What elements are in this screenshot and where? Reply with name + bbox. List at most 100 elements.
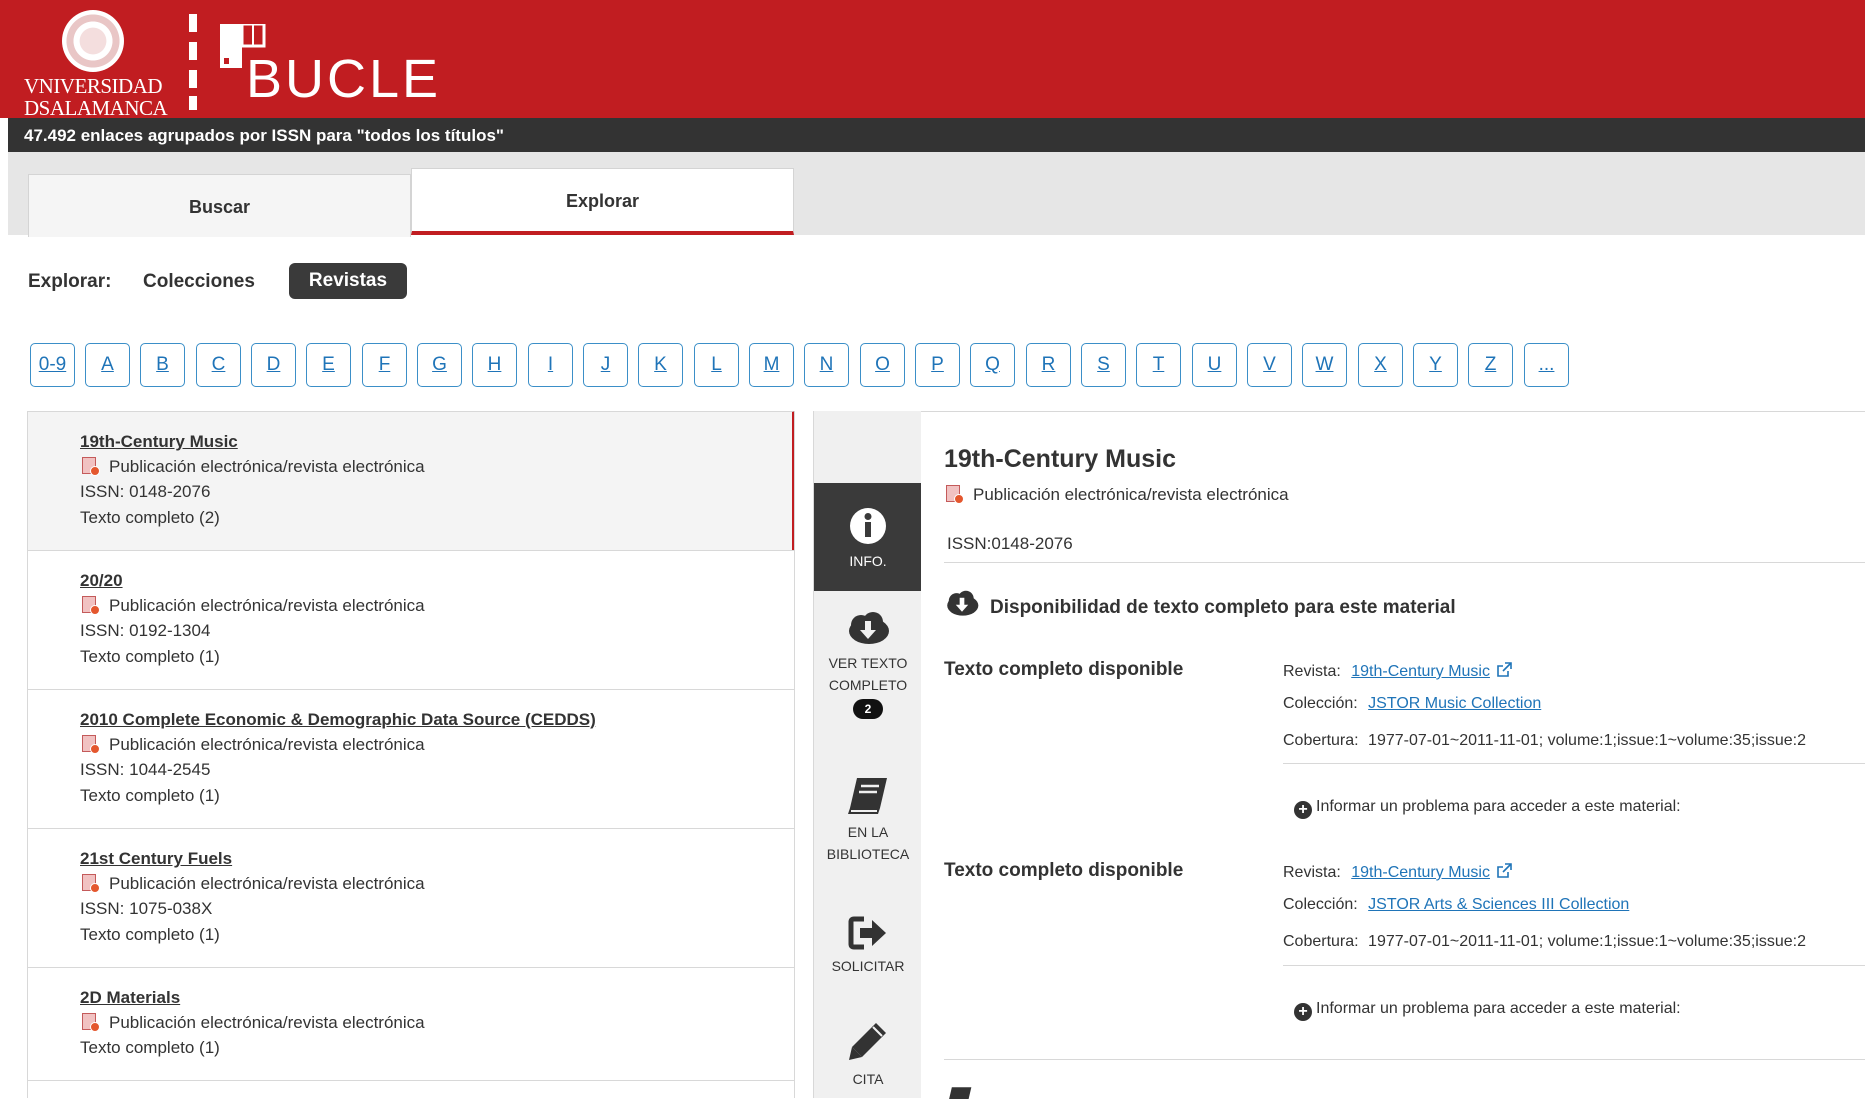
university-seal-icon — [62, 10, 124, 72]
letter-button[interactable]: Y — [1413, 343, 1458, 387]
letter-button[interactable]: P — [915, 343, 960, 387]
letter-button[interactable]: T — [1136, 343, 1181, 387]
ejournal-icon — [80, 873, 100, 893]
report-problem-text: Informar un problema para acceder a este… — [1316, 798, 1681, 815]
letter-button[interactable]: H — [472, 343, 517, 387]
item-issn: ISSN: 0192-1304 — [80, 621, 211, 640]
book-icon — [949, 1087, 972, 1099]
explore-collections-link[interactable]: Colecciones — [143, 271, 255, 293]
cloud-download-icon — [849, 612, 889, 644]
item-type-label: Publicación electrónica/revista electrón… — [109, 1013, 425, 1032]
explore-label: Explorar: — [28, 271, 112, 292]
item-type-label: Publicación electrónica/revista electrón… — [109, 874, 425, 893]
item-issn: ISSN: 1044-2545 — [80, 760, 211, 779]
nav-full-text[interactable]: VER TEXTO COMPLETO 2 — [814, 611, 922, 751]
item-type-label: Publicación electrónica/revista electrón… — [109, 735, 425, 754]
letter-button[interactable]: D — [251, 343, 296, 387]
report-problem-link[interactable]: + Informar un problema para acceder a est… — [1294, 1000, 1681, 1021]
pencil-icon — [849, 1023, 886, 1060]
brand-name[interactable]: BUCLE — [246, 48, 441, 110]
tab-bar: Buscar Explorar — [8, 152, 1865, 237]
ejournal-icon — [80, 1012, 100, 1032]
list-item[interactable]: 2D Materials Publicación electrónica/rev… — [28, 967, 794, 1080]
report-problem-text: Informar un problema para acceder a este… — [1316, 1000, 1681, 1017]
letter-button[interactable]: G — [417, 343, 462, 387]
revista-link[interactable]: 19th-Century Music — [1351, 663, 1490, 680]
letter-button[interactable]: O — [860, 343, 905, 387]
coleccion-link[interactable]: JSTOR Music Collection — [1368, 695, 1541, 712]
letter-button[interactable]: A — [85, 343, 130, 387]
coleccion-key: Colección: — [1283, 896, 1358, 913]
tab-buscar[interactable]: Buscar — [28, 174, 411, 237]
coleccion-row: Colección: JSTOR Arts & Sciences III Col… — [1283, 896, 1629, 914]
tab-explorar[interactable]: Explorar — [411, 168, 794, 235]
university-logo[interactable]: VNIVERSIDAD DSALAMANCA — [24, 10, 168, 120]
letter-button[interactable]: K — [638, 343, 683, 387]
detail-type: Publicación electrónica/revista electrón… — [944, 484, 1289, 505]
item-type: Publicación electrónica/revista electrón… — [80, 873, 425, 894]
explore-journals-button[interactable]: Revistas — [289, 263, 407, 299]
revista-link[interactable]: 19th-Century Music — [1351, 864, 1490, 881]
letter-button[interactable]: S — [1081, 343, 1126, 387]
item-title-link[interactable]: 2010 Complete Economic & Demographic Dat… — [80, 710, 596, 730]
letter-button[interactable]: 0-9 — [30, 343, 75, 387]
external-link-icon[interactable] — [1496, 662, 1512, 678]
letter-button[interactable]: R — [1026, 343, 1071, 387]
letter-button[interactable]: Z — [1468, 343, 1513, 387]
item-type: Publicación electrónica/revista electrón… — [80, 456, 425, 477]
fulltext-block-label: Texto completo disponible — [944, 860, 1184, 881]
item-type-label: Publicación electrónica/revista electrón… — [109, 457, 425, 476]
letter-button[interactable]: V — [1247, 343, 1292, 387]
letter-button[interactable]: L — [694, 343, 739, 387]
letter-button[interactable]: E — [306, 343, 351, 387]
letter-button[interactable]: B — [140, 343, 185, 387]
letter-button[interactable]: M — [749, 343, 794, 387]
nav-library[interactable]: EN LA BIBLIOTECA — [814, 776, 922, 888]
letter-button[interactable]: U — [1192, 343, 1237, 387]
cobertura-row: Cobertura: 1977-07-01~2011-11-01; volume… — [1283, 933, 1806, 951]
letter-button[interactable]: I — [528, 343, 573, 387]
item-title-link[interactable]: 19th-Century Music — [80, 432, 238, 452]
list-item[interactable] — [28, 1080, 794, 1098]
letter-button[interactable]: X — [1358, 343, 1403, 387]
item-title-link[interactable]: 21st Century Fuels — [80, 849, 232, 869]
list-item[interactable]: 21st Century Fuels Publicación electróni… — [28, 828, 794, 967]
nav-info[interactable]: INFO. — [814, 483, 922, 591]
coleccion-link[interactable]: JSTOR Arts & Sciences III Collection — [1368, 896, 1629, 913]
item-issn: ISSN: 0148-2076 — [80, 482, 211, 501]
availability-heading: Disponibilidad de texto completo para es… — [944, 590, 1456, 619]
item-fulltext-count: Texto completo (1) — [80, 1038, 220, 1057]
detail-pane: 19th-Century Music Publicación electróni… — [921, 411, 1865, 1099]
coleccion-key: Colección: — [1283, 695, 1358, 712]
item-title-link[interactable]: 2D Materials — [80, 988, 180, 1008]
letter-button[interactable]: Q — [970, 343, 1015, 387]
plus-circle-icon: + — [1294, 801, 1312, 819]
list-item[interactable]: 2010 Complete Economic & Demographic Dat… — [28, 689, 794, 828]
item-fulltext-count: Texto completo (1) — [80, 647, 220, 666]
letter-button[interactable]: N — [804, 343, 849, 387]
letter-button[interactable]: ... — [1524, 343, 1569, 387]
letter-button[interactable]: F — [362, 343, 407, 387]
list-item[interactable]: 19th-Century Music Publicación electróni… — [28, 411, 794, 550]
logo-divider — [189, 70, 197, 88]
cobertura-value: 1977-07-01~2011-11-01; volume:1;issue:1~… — [1368, 933, 1806, 950]
item-title-link[interactable]: 20/20 — [80, 571, 123, 591]
detail-sidenav: INFO. VER TEXTO COMPLETO 2 EN LA BIBLIOT… — [813, 411, 922, 1101]
item-type-label: Publicación electrónica/revista electrón… — [109, 596, 425, 615]
site-header: VNIVERSIDAD DSALAMANCA BUCLE — [0, 0, 1865, 120]
nav-library-label1: EN LA — [847, 824, 889, 840]
plus-circle-icon: + — [1294, 1003, 1312, 1021]
item-issn: ISSN: 1075-038X — [80, 899, 213, 918]
report-problem-link[interactable]: + Informar un problema para acceder a est… — [1294, 798, 1681, 819]
ejournal-icon — [80, 734, 100, 754]
letter-button[interactable]: J — [583, 343, 628, 387]
list-item[interactable]: 20/20 Publicación electrónica/revista el… — [28, 550, 794, 689]
letter-button[interactable]: W — [1302, 343, 1347, 387]
logo-divider — [189, 42, 197, 60]
item-fulltext-count: Texto completo (1) — [80, 925, 220, 944]
results-list: 19th-Century Music Publicación electróni… — [27, 411, 795, 1098]
letter-button[interactable]: C — [196, 343, 241, 387]
nav-request[interactable]: SOLICITAR — [814, 916, 922, 996]
external-link-icon[interactable] — [1496, 863, 1512, 879]
nav-cite[interactable]: CITA — [814, 1021, 922, 1101]
